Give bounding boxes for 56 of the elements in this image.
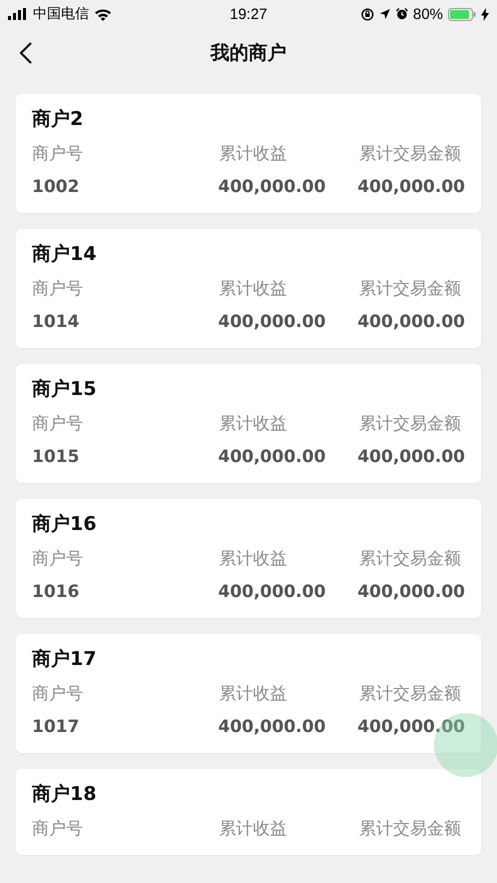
field-value: 400,000.00 <box>357 176 465 199</box>
rotation-lock-icon <box>360 8 374 20</box>
field-label: 商户号 <box>32 548 84 571</box>
field-label: 累计收益 <box>219 818 288 841</box>
field-value: 400,000.00 <box>218 311 327 334</box>
clock-time: 19:27 <box>230 6 268 22</box>
field-value: 1017 <box>32 716 80 739</box>
merchant-name: 商户16 <box>32 512 98 537</box>
merchant-card[interactable]: 商户14 商户号 累计收益 累计交易金额 1014 400,000.00 400,000.00 <box>16 229 481 348</box>
battery-icon <box>448 8 476 20</box>
field-label: 商户号 <box>32 413 84 436</box>
field-value: 400,000.00 <box>357 581 465 604</box>
field-label: 商户号 <box>32 278 84 301</box>
battery-percent: 80% <box>412 6 444 22</box>
field-value: 400,000.00 <box>218 581 327 604</box>
field-value: 400,000.00 <box>357 716 465 739</box>
merchant-card[interactable]: 商户17 商户号 累计收益 累计交易金额 1017 400,000.00 400,000.00 <box>16 634 481 753</box>
field-label: 累计交易金额 <box>359 143 462 166</box>
field-value: 1015 <box>32 446 80 469</box>
merchant-name: 商户14 <box>32 242 98 267</box>
field-label: 商户号 <box>32 143 84 166</box>
merchant-name: 商户2 <box>32 107 84 132</box>
field-value: 400,000.00 <box>357 311 465 334</box>
field-value: 400,000.00 <box>357 446 465 469</box>
field-value: 400,000.00 <box>218 176 327 199</box>
field-label: 累计交易金额 <box>359 413 462 436</box>
page-title: 我的商户 <box>210 41 286 66</box>
field-value: 400,000.00 <box>218 446 327 469</box>
merchant-name: 商户15 <box>32 377 98 402</box>
merchant-name: 商户18 <box>32 782 98 807</box>
field-value: 1016 <box>32 581 80 604</box>
carrier-name: 中国电信 <box>33 5 89 23</box>
field-value: 1002 <box>32 176 80 199</box>
field-label: 累计收益 <box>219 683 288 706</box>
field-label: 累计交易金额 <box>359 683 462 706</box>
merchant-card[interactable]: 商户16 商户号 累计收益 累计交易金额 1016 400,000.00 400,000.00 <box>16 499 481 618</box>
field-label: 累计交易金额 <box>359 548 462 571</box>
field-label: 累计收益 <box>219 143 288 166</box>
field-label: 累计收益 <box>219 548 288 571</box>
field-label: 商户号 <box>32 683 84 706</box>
merchant-card[interactable]: 商户2 商户号 累计收益 累计交易金额 1002 400,000.00 400,000.00 <box>16 94 481 213</box>
field-label: 商户号 <box>32 818 84 841</box>
merchant-card[interactable]: 商户18 商户号 累计收益 累计交易金额 <box>16 769 481 855</box>
merchant-name: 商户17 <box>32 647 98 672</box>
field-label: 累计收益 <box>219 278 288 301</box>
charging-icon <box>481 8 490 20</box>
location-icon <box>378 8 391 20</box>
merchant-card[interactable]: 商户15 商户号 累计收益 累计交易金额 1015 400,000.00 400,000.00 <box>16 364 481 483</box>
signal-icon <box>8 8 28 20</box>
field-label: 累计交易金额 <box>359 278 462 301</box>
wifi-icon <box>94 8 112 20</box>
field-label: 累计收益 <box>219 413 288 436</box>
alarm-icon <box>396 8 408 20</box>
field-label: 累计交易金额 <box>359 818 462 841</box>
field-value: 400,000.00 <box>218 716 327 739</box>
field-value: 1014 <box>32 311 80 334</box>
